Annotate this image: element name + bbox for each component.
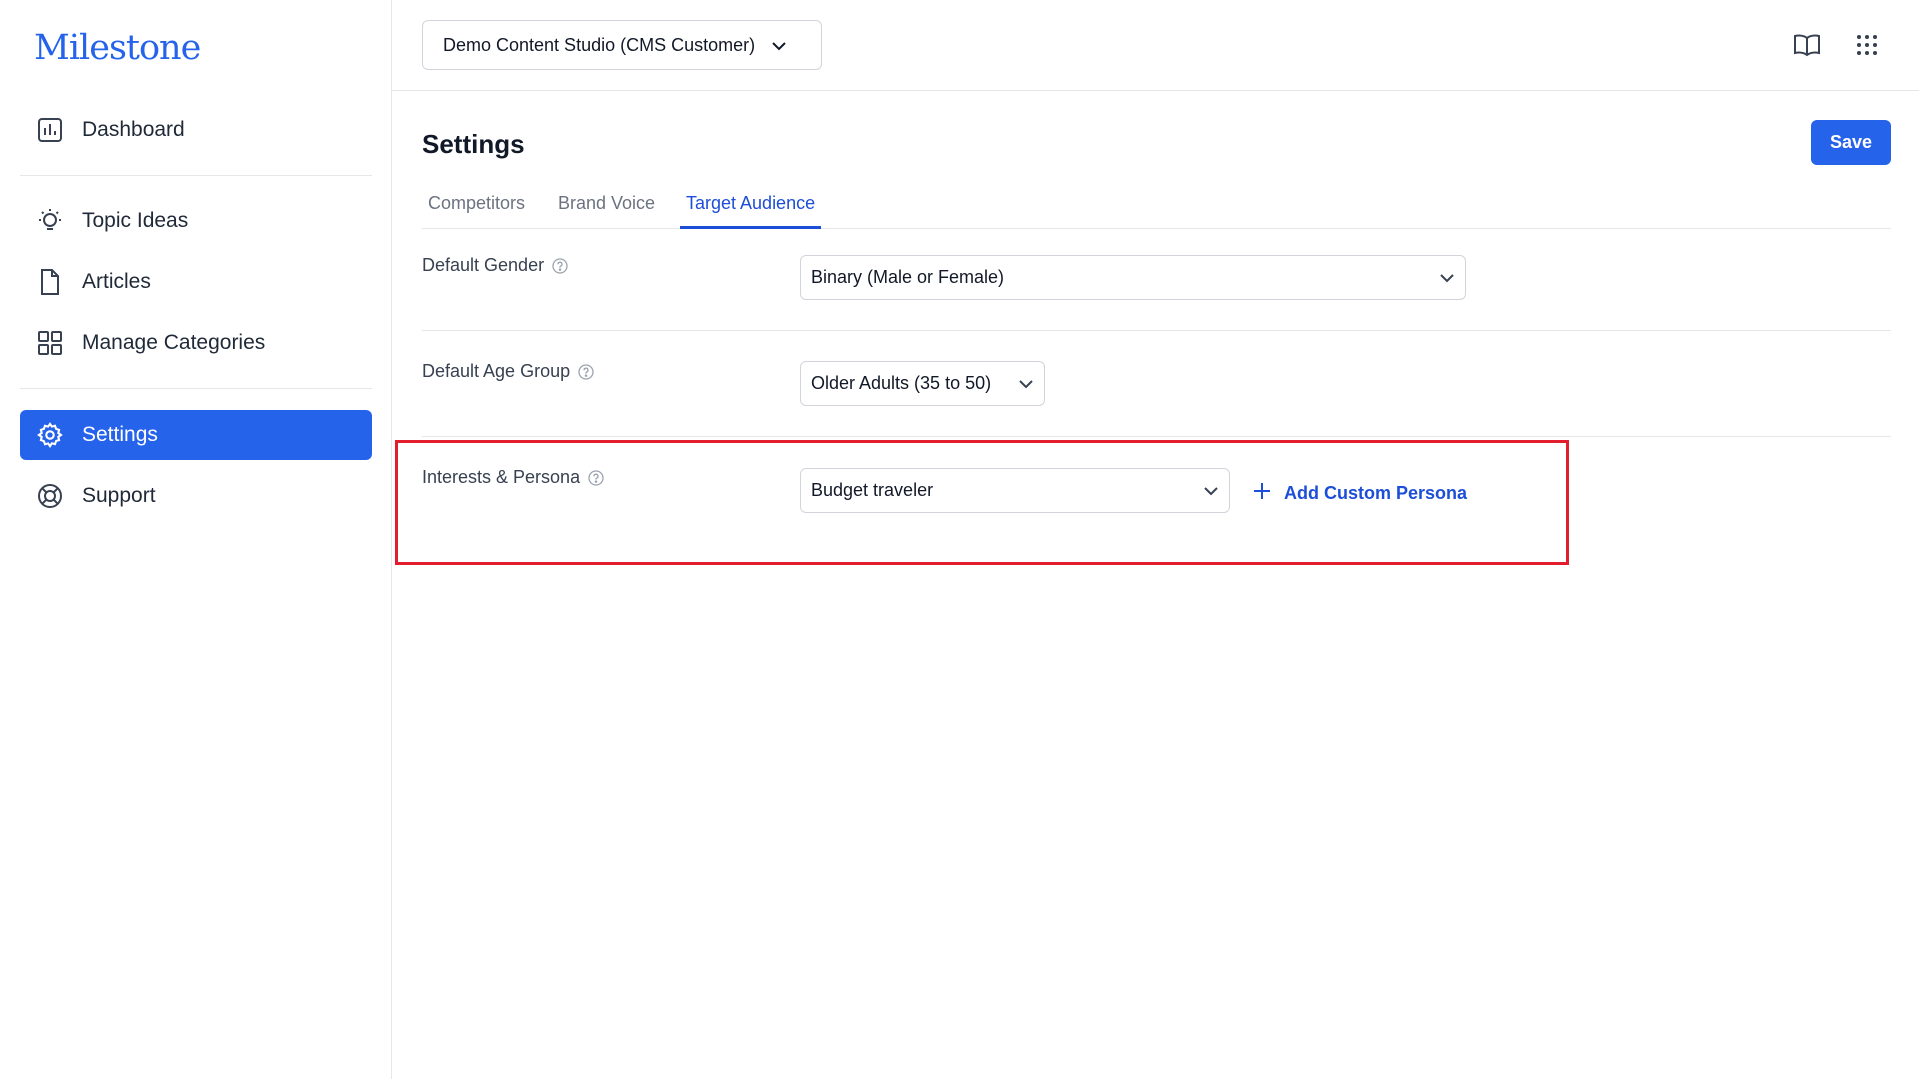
book-icon[interactable] (1792, 30, 1822, 60)
gear-icon (36, 421, 64, 449)
select-value: Binary (Male or Female) (811, 267, 1005, 287)
sidebar-item-settings[interactable]: Settings (20, 410, 372, 460)
sidebar-item-topic-ideas[interactable]: Topic Ideas (20, 196, 372, 246)
sidebar-divider (20, 175, 372, 176)
sidebar-divider (20, 388, 372, 389)
sidebar-item-label: Dashboard (82, 118, 185, 141)
field-label: Default Gender (422, 255, 545, 275)
sidebar-item-articles[interactable]: Articles (20, 257, 372, 307)
default-age-group-select[interactable]: Older Adults (35 to 50) (800, 361, 1045, 406)
add-custom-persona-button[interactable]: Add Custom Persona (1252, 478, 1467, 508)
settings-tabs: Competitors Brand Voice Target Audience (422, 191, 1891, 229)
default-gender-label: Default Gender (422, 255, 568, 276)
chevron-down-icon (1439, 267, 1455, 288)
help-circle-icon[interactable] (588, 469, 604, 486)
field-label: Interests & Persona (422, 467, 581, 487)
grid-icon (36, 329, 64, 357)
top-bar: Demo Content Studio (CMS Customer) (392, 0, 1919, 91)
sidebar-item-manage-categories[interactable]: Manage Categories (20, 318, 372, 368)
chevron-down-icon (1203, 480, 1219, 501)
default-age-group-label: Default Age Group (422, 361, 594, 382)
sidebar-item-label: Topic Ideas (82, 209, 189, 232)
chevron-down-icon (1018, 373, 1034, 394)
select-value: Budget traveler (811, 480, 934, 500)
apps-grid-icon[interactable] (1852, 30, 1882, 60)
select-value: Older Adults (35 to 50) (811, 373, 992, 393)
sidebar-item-label: Settings (82, 423, 158, 446)
plus-icon (1252, 481, 1272, 506)
save-button[interactable]: Save (1811, 120, 1891, 165)
lightbulb-icon (36, 207, 64, 235)
sidebar-item-label: Articles (82, 270, 151, 293)
chevron-down-icon (771, 35, 787, 56)
brand-logo[interactable]: Milestone (34, 28, 201, 68)
tab-competitors[interactable]: Competitors (422, 191, 531, 229)
page-title: Settings (422, 129, 525, 159)
sidebar-item-dashboard[interactable]: Dashboard (20, 105, 372, 155)
workspace-selector[interactable]: Demo Content Studio (CMS Customer) (422, 20, 822, 70)
sidebar-item-support[interactable]: Support (20, 471, 372, 521)
workspace-name: Demo Content Studio (CMS Customer) (443, 34, 756, 55)
help-circle-icon[interactable] (552, 257, 568, 274)
tab-brand-voice[interactable]: Brand Voice (552, 191, 661, 229)
help-circle-icon[interactable] (578, 363, 594, 380)
app-root: Milestone Dashboard Topic Ideas Articles (0, 0, 1919, 1079)
tab-target-audience[interactable]: Target Audience (680, 191, 822, 229)
interests-persona-select[interactable]: Budget traveler (800, 468, 1230, 513)
bar-chart-icon (36, 116, 64, 144)
row-divider (422, 330, 1891, 331)
field-label: Default Age Group (422, 361, 571, 381)
sidebar-item-label: Manage Categories (82, 331, 266, 354)
document-icon (36, 268, 64, 296)
default-gender-select[interactable]: Binary (Male or Female) (800, 255, 1466, 300)
sidebar: Milestone Dashboard Topic Ideas Articles (0, 0, 392, 1079)
add-custom-persona-label: Add Custom Persona (1284, 482, 1468, 503)
sidebar-item-label: Support (82, 484, 156, 507)
row-divider (422, 436, 1891, 437)
interests-persona-label: Interests & Persona (422, 467, 604, 488)
main-content: Settings Save Competitors Brand Voice Ta… (392, 91, 1919, 1079)
lifebuoy-icon (36, 482, 64, 510)
